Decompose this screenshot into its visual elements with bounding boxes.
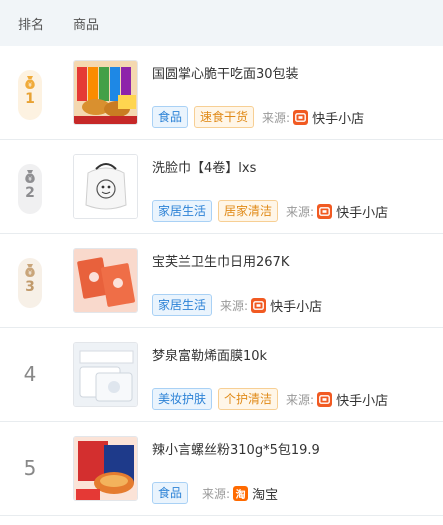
category-tag[interactable]: 家居生活 bbox=[152, 294, 213, 316]
gold-medal-badge: ¥ 1 bbox=[18, 70, 42, 120]
source-label: 来源: bbox=[262, 110, 291, 125]
svg-text:¥: ¥ bbox=[28, 82, 32, 89]
svg-text:¥: ¥ bbox=[28, 270, 32, 277]
product-title[interactable]: 宝芙兰卫生巾日用267K bbox=[152, 251, 322, 270]
rank-number: 3 bbox=[25, 279, 35, 295]
product-info: 国圆掌心脆干吃面30包装 食品 速食干货 来源: 快手小店 bbox=[152, 46, 364, 128]
tag-list: 家居生活 居家清洁 来源: 快手小店 bbox=[152, 200, 388, 222]
table-row[interactable]: ¥ 2 洗脸巾【4卷】lxs 家居生活 居家清洁 来源: 快手小店 bbox=[0, 140, 443, 234]
header-rank: 排名 bbox=[18, 17, 45, 33]
subcategory-tag[interactable]: 居家清洁 bbox=[218, 200, 279, 222]
product-image[interactable] bbox=[73, 248, 138, 313]
snail-noodle-image bbox=[74, 437, 137, 500]
product-image[interactable] bbox=[73, 342, 138, 407]
noodle-pack-image bbox=[74, 61, 137, 124]
rank-number: 2 bbox=[25, 185, 35, 201]
kuaishou-icon bbox=[293, 109, 309, 125]
tag-list: 美妆护肤 个护清洁 来源: 快手小店 bbox=[152, 388, 388, 410]
rank-cell: 4 bbox=[0, 328, 60, 386]
product-info: 辣小言螺丝粉310g*5包19.9 食品 来源: 淘 淘宝 bbox=[152, 422, 320, 504]
product-image[interactable] bbox=[73, 436, 138, 501]
product-title[interactable]: 辣小言螺丝粉310g*5包19.9 bbox=[152, 439, 320, 458]
product-title[interactable]: 国圆掌心脆干吃面30包装 bbox=[152, 63, 364, 82]
source-label: 来源: bbox=[202, 486, 231, 501]
category-tag[interactable]: 食品 bbox=[152, 482, 189, 504]
face-mask-box-image bbox=[74, 343, 137, 406]
bronze-medal-badge: ¥ 3 bbox=[18, 258, 42, 308]
money-bag-icon: ¥ bbox=[25, 264, 35, 277]
taobao-icon: 淘 bbox=[233, 485, 249, 501]
header-product: 商品 bbox=[73, 17, 100, 33]
sanitary-pad-image bbox=[74, 249, 137, 312]
product-info: 洗脸巾【4卷】lxs 家居生活 居家清洁 来源: 快手小店 bbox=[152, 140, 388, 222]
kuaishou-icon bbox=[317, 391, 333, 407]
source-label: 来源: bbox=[220, 298, 249, 313]
subcategory-tag[interactable]: 个护清洁 bbox=[218, 388, 279, 410]
rank-cell: ¥ 3 bbox=[0, 234, 60, 308]
rank-number: 4 bbox=[23, 362, 37, 386]
rank-number: 5 bbox=[23, 456, 37, 480]
rank-cell: ¥ 1 bbox=[0, 46, 60, 120]
source-name[interactable]: 淘宝 bbox=[252, 484, 278, 503]
product-title[interactable]: 梦泉富勒烯面膜10k bbox=[152, 345, 388, 364]
silver-medal-badge: ¥ 2 bbox=[18, 164, 42, 214]
product-image[interactable] bbox=[73, 60, 138, 125]
tag-list: 家居生活 来源: 快手小店 bbox=[152, 294, 322, 316]
subcategory-tag[interactable]: 速食干货 bbox=[194, 106, 255, 128]
source-name[interactable]: 快手小店 bbox=[336, 390, 388, 409]
table-row[interactable]: 4 梦泉富勒烯面膜10k 美妆护肤 个护清洁 来源: 快手小店 bbox=[0, 328, 443, 422]
table-row[interactable]: ¥ 3 宝芙兰卫生巾日用267K 家居生活 来源: 快手小店 bbox=[0, 234, 443, 328]
category-tag[interactable]: 食品 bbox=[152, 106, 189, 128]
category-tag[interactable]: 家居生活 bbox=[152, 200, 213, 222]
source-name[interactable]: 快手小店 bbox=[270, 296, 322, 315]
source-name[interactable]: 快手小店 bbox=[336, 202, 388, 221]
category-tag[interactable]: 美妆护肤 bbox=[152, 388, 213, 410]
table-row[interactable]: 5 辣小言螺丝粉310g*5包19.9 食品 来源: 淘 淘宝 bbox=[0, 422, 443, 516]
product-title[interactable]: 洗脸巾【4卷】lxs bbox=[152, 157, 388, 176]
ranking-table: 排名 商品 ¥ 1 国圆掌心脆干吃面30包装 食品 速食干货 来源: 快手小店 … bbox=[0, 0, 443, 516]
product-info: 宝芙兰卫生巾日用267K 家居生活 来源: 快手小店 bbox=[152, 234, 322, 316]
product-info: 梦泉富勒烯面膜10k 美妆护肤 个护清洁 来源: 快手小店 bbox=[152, 328, 388, 410]
rank-cell: 5 bbox=[0, 422, 60, 480]
face-towel-roll-image bbox=[74, 155, 137, 218]
source-label: 来源: bbox=[286, 392, 315, 407]
tag-list: 食品 来源: 淘 淘宝 bbox=[152, 482, 320, 504]
rank-cell: ¥ 2 bbox=[0, 140, 60, 214]
kuaishou-icon bbox=[251, 297, 267, 313]
table-row[interactable]: ¥ 1 国圆掌心脆干吃面30包装 食品 速食干货 来源: 快手小店 bbox=[0, 46, 443, 140]
kuaishou-icon bbox=[317, 203, 333, 219]
svg-text:¥: ¥ bbox=[28, 176, 32, 183]
table-header: 排名 商品 bbox=[0, 0, 443, 46]
money-bag-icon: ¥ bbox=[25, 170, 35, 183]
money-bag-icon: ¥ bbox=[25, 76, 35, 89]
tag-list: 食品 速食干货 来源: 快手小店 bbox=[152, 106, 364, 128]
product-image[interactable] bbox=[73, 154, 138, 219]
source-name[interactable]: 快手小店 bbox=[312, 108, 364, 127]
rank-number: 1 bbox=[25, 91, 35, 107]
source-label: 来源: bbox=[286, 204, 315, 219]
